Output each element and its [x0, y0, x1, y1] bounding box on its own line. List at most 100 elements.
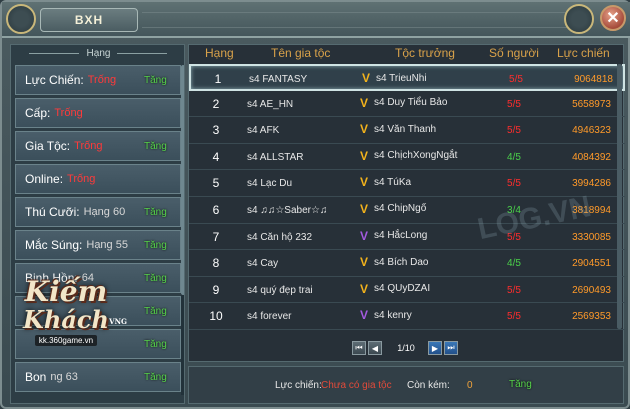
next-page-icon: ▶: [431, 343, 439, 353]
rank-panel-header: Hạng: [11, 45, 184, 61]
stat-value: Hạng 60: [83, 206, 126, 218]
leader-cell: Vs4 ChịchXongNgắt: [360, 150, 457, 162]
table-scrollbar[interactable]: [617, 64, 622, 329]
vip-badge-icon: V: [362, 71, 371, 85]
power-cell: 3994286: [572, 178, 611, 190]
table-header: Hạng Tên gia tộc Tộc trưởng Số người Lực…: [189, 45, 625, 63]
leader-cell: Vs4 Duy Tiểu Bảo: [360, 97, 447, 109]
rank-cell: 5: [212, 176, 220, 191]
stat-up-button[interactable]: Tăng: [144, 240, 167, 251]
header-clan: Tên gia tộc: [271, 46, 331, 60]
rank-stat-row[interactable]: Mắc Súng: Hạng 55 Tăng: [15, 230, 181, 260]
title-bar: BXH ✕: [2, 2, 630, 38]
rank-stat-row[interactable]: Thú Cưỡi: Hạng 60 Tăng: [15, 197, 181, 227]
power-cell: 9064818: [574, 74, 613, 85]
table-row[interactable]: 9 s4 quý đẹp trai Vs4 QUyDZAI 5/5 2690493: [189, 277, 625, 304]
vip-badge-icon: V: [360, 308, 369, 323]
leader-cell: Vs4 QUyDZAI: [360, 283, 430, 295]
my-power-value: Chưa có gia tộc: [321, 380, 392, 391]
power-up-button[interactable]: Tăng: [509, 379, 532, 390]
leader-cell: Vs4 TúKa: [360, 176, 411, 188]
leader-cell: Vs4 Văn Thanh: [360, 123, 436, 135]
header-divider: [117, 53, 167, 54]
power-cell: 2904551: [572, 258, 611, 270]
stat-label: Thú Cưỡi:: [25, 205, 80, 219]
leader-cell: Vs4 Bích Dao: [360, 256, 428, 268]
header-rank: Hạng: [205, 46, 234, 60]
members-cell: 5/5: [507, 98, 521, 110]
vip-badge-icon: V: [360, 281, 369, 296]
stat-up-button[interactable]: Tăng: [144, 75, 167, 86]
leader-name: s4 Văn Thanh: [374, 123, 437, 135]
table-row[interactable]: 4 s4 ALLSTAR Vs4 ChịchXongNgắt 4/5 4084392: [189, 144, 625, 171]
clan-name-cell: s4 FANTASY: [249, 74, 308, 85]
header-divider: [29, 53, 79, 54]
page-indicator: 1/10: [397, 343, 415, 353]
stat-up-button[interactable]: Tăng: [144, 339, 167, 350]
stat-up-button[interactable]: Tăng: [144, 207, 167, 218]
stat-up-button[interactable]: Tăng: [144, 372, 167, 383]
leader-cell: Vs4 ChipNgố: [360, 203, 426, 215]
table-row[interactable]: 8 s4 Cay Vs4 Bích Dao 4/5 2904551: [189, 250, 625, 277]
last-page-icon: ⏭: [447, 343, 455, 352]
game-logo: Kiếm Khách VNG kk.360game.vn: [12, 275, 127, 372]
table-scrollbar-thumb[interactable]: [617, 64, 622, 329]
leader-cell: Vs4 HắcLong: [360, 230, 427, 242]
leader-name: s4 Duy Tiểu Bảo: [374, 97, 448, 109]
corner-ornament-left: [6, 4, 36, 34]
rank-cell: 3: [212, 123, 220, 138]
table-row[interactable]: 2 s4 AE_HN Vs4 Duy Tiểu Bảo 5/5 5658973: [189, 91, 625, 118]
rank-stat-row[interactable]: Gia Tộc: Trống Tăng: [15, 131, 181, 161]
members-cell: 5/5: [509, 74, 523, 85]
rank-cell: 2: [212, 96, 220, 111]
members-cell: 5/5: [507, 284, 521, 296]
vip-badge-icon: V: [360, 201, 369, 216]
left-scrollbar-thumb[interactable]: [181, 65, 184, 295]
rank-cell: 1: [214, 72, 222, 86]
logo-url: kk.360game.vn: [34, 335, 98, 346]
table-row[interactable]: 10 s4 forever Vs4 kenry 5/5 2569353: [189, 303, 625, 330]
rank-stat-row[interactable]: Online: Trống: [15, 164, 181, 194]
first-page-button[interactable]: ⏮: [352, 341, 366, 355]
power-cell: 5658973: [572, 98, 611, 110]
stat-label: Gia Tộc:: [25, 139, 71, 153]
logo-title: Kiếm: [24, 275, 108, 308]
rank-stat-row[interactable]: Lực Chiến: Trống Tăng: [15, 65, 181, 95]
my-clan-status-bar: Lực chiến: Chưa có gia tộc Còn kém: 0 Tă…: [188, 366, 624, 404]
close-icon: ✕: [606, 10, 620, 27]
header-leader: Tộc trưởng: [395, 46, 455, 60]
rank-stat-row[interactable]: Cấp: Trống: [15, 98, 181, 128]
stat-up-button[interactable]: Tăng: [144, 273, 167, 284]
rank-cell: 9: [212, 282, 220, 297]
prev-page-button[interactable]: ◀: [368, 341, 382, 355]
vip-badge-icon: V: [360, 95, 369, 110]
next-page-button[interactable]: ▶: [428, 341, 442, 355]
corner-ornament-right: [564, 4, 594, 34]
stat-value: Trống: [74, 140, 103, 152]
left-scrollbar[interactable]: [181, 65, 184, 395]
members-cell: 5/5: [507, 125, 521, 137]
gap-value: 0: [467, 380, 473, 391]
stat-up-button[interactable]: Tăng: [144, 141, 167, 152]
stat-label: Bon: [25, 370, 47, 384]
last-page-button[interactable]: ⏭: [444, 341, 458, 355]
header-pattern: [142, 12, 582, 28]
vip-badge-icon: V: [360, 228, 369, 243]
power-cell: 2690493: [572, 284, 611, 296]
stat-label: Mắc Súng:: [25, 238, 83, 252]
table-row[interactable]: 3 s4 AFK Vs4 Văn Thanh 5/5 4946323: [189, 117, 625, 144]
ranking-window: BXH ✕ Hạng Lực Chiến: Trống Tăng Cấp: Trống G…: [0, 0, 630, 409]
table-row[interactable]: 1 s4 FANTASY Vs4 TrieuNhi 5/5 9064818: [189, 64, 625, 91]
vip-badge-icon: V: [360, 148, 369, 163]
close-button[interactable]: ✕: [600, 5, 626, 31]
stat-value: Trống: [67, 173, 96, 185]
stat-label: Lực Chiến:: [25, 73, 84, 87]
power-cell: 4084392: [572, 151, 611, 163]
stat-label: Online:: [25, 172, 64, 186]
logo-vng: VNG: [109, 317, 127, 326]
rank-cell: 7: [212, 229, 220, 244]
stat-up-button[interactable]: Tăng: [144, 306, 167, 317]
logo-subtitle-text: Khách: [23, 305, 109, 334]
leader-name: s4 ChịchXongNgắt: [374, 150, 458, 162]
table-row[interactable]: 5 s4 Lạc Du Vs4 TúKa 5/5 3994286: [189, 170, 625, 197]
